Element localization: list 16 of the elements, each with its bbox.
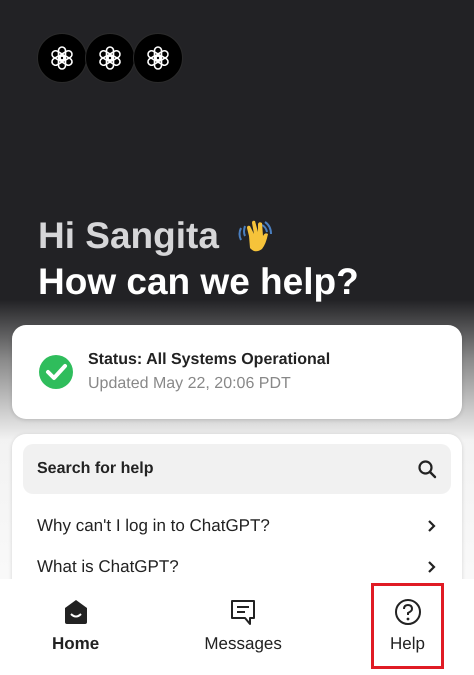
- nav-tab[interactable]: Help: [371, 583, 444, 669]
- article-link[interactable]: Why can't I log in to ChatGPT?: [23, 498, 451, 554]
- status-title: Status: All Systems Operational: [88, 351, 330, 369]
- chevron-icon: [427, 519, 437, 533]
- headline: How can we help?: [38, 260, 360, 304]
- status-card[interactable]: Status: All Systems Operational Updated May 22, 20:06 PDT: [12, 325, 462, 419]
- message-icon: [229, 598, 258, 626]
- article-link[interactable]: What is ChatGPT?: [23, 556, 451, 578]
- help-icon: [394, 598, 422, 626]
- greeting-text: Hi Sangita: [38, 214, 219, 258]
- chevron-icon: [427, 560, 437, 574]
- search-icon: [417, 459, 437, 479]
- nav-tab[interactable]: Home: [36, 583, 116, 669]
- nav-tab[interactable]: Messages: [188, 583, 298, 669]
- status-updated: Updated May 22, 20:06 PDT: [88, 375, 292, 393]
- search-field[interactable]: Search for help: [23, 444, 451, 494]
